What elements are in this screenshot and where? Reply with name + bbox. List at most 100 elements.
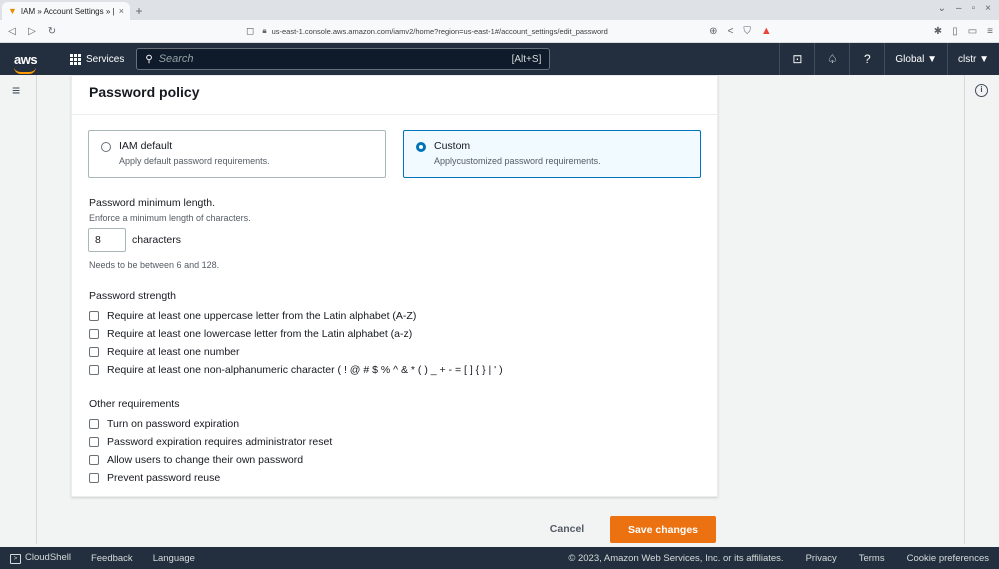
- wallet-icon[interactable]: ▭: [968, 26, 977, 37]
- checkbox-label: Prevent password reuse: [107, 472, 221, 484]
- cloudshell-footer-icon: >: [10, 554, 21, 564]
- back-icon[interactable]: ◁: [6, 26, 18, 37]
- custom-radio[interactable]: [416, 142, 426, 152]
- close-window-icon[interactable]: ×: [985, 3, 991, 14]
- nav-actions: ⊡ ♤ ? Global ▼ clstr ▼: [779, 43, 999, 75]
- strength-lowercase-checkbox[interactable]: Require at least one lowercase letter fr…: [89, 328, 412, 340]
- strength-uppercase-checkbox[interactable]: Require at least one uppercase letter fr…: [89, 310, 416, 322]
- checkbox[interactable]: [89, 311, 99, 321]
- checkbox-label: Require at least one non-alphanumeric ch…: [107, 364, 503, 376]
- region-selector[interactable]: Global ▼: [884, 43, 947, 75]
- console-footer: > CloudShell Feedback Language © 2023, Am…: [0, 547, 999, 569]
- brave-shield-icon[interactable]: ⛉: [743, 26, 751, 37]
- other-requirements-label: Other requirements: [89, 398, 180, 410]
- help-icon[interactable]: ?: [849, 43, 884, 75]
- allow-change-checkbox[interactable]: Allow users to change their own password: [89, 454, 303, 466]
- hamburger-menu-icon[interactable]: ≡: [12, 82, 20, 98]
- cookie-preferences-link[interactable]: Cookie preferences: [907, 553, 989, 564]
- custom-label: Custom: [434, 140, 471, 152]
- language-link[interactable]: Language: [153, 553, 195, 564]
- min-length-hint: Needs to be between 6 and 128.: [89, 260, 220, 270]
- terms-link[interactable]: Terms: [859, 553, 885, 564]
- footer-left: > CloudShell Feedback Language: [10, 552, 195, 564]
- password-strength-label: Password strength: [89, 290, 176, 302]
- address-bar: ◁ ▷ ↻ ◻ 🔒︎ us-east-1.console.aws.amazon.…: [0, 20, 999, 43]
- search-icon: ⚲: [145, 53, 153, 65]
- url-text: us-east-1.console.aws.amazon.com/iamv2/h…: [271, 26, 608, 36]
- checkbox[interactable]: [89, 437, 99, 447]
- share-icon[interactable]: <: [728, 26, 734, 37]
- checkbox[interactable]: [89, 365, 99, 375]
- maximize-icon[interactable]: ▫: [972, 3, 976, 14]
- feedback-link[interactable]: Feedback: [91, 553, 133, 564]
- min-length-unit: characters: [132, 234, 182, 246]
- iam-default-description: Apply default password requirements.: [119, 156, 270, 166]
- search-placeholder: Search: [158, 53, 194, 65]
- iam-default-option[interactable]: IAM default Apply default password requi…: [88, 130, 386, 178]
- custom-option[interactable]: Custom Applycustomized password requirem…: [403, 130, 701, 178]
- cancel-button[interactable]: Cancel: [534, 516, 600, 542]
- checkbox[interactable]: [89, 329, 99, 339]
- close-tab-icon[interactable]: ×: [119, 6, 124, 16]
- left-rail-divider: [36, 75, 37, 544]
- forward-icon[interactable]: ▷: [26, 26, 38, 37]
- reload-icon[interactable]: ↻: [46, 26, 58, 37]
- password-policy-panel: Password policy IAM default Apply defaul…: [71, 75, 718, 497]
- iam-default-radio[interactable]: [101, 142, 111, 152]
- min-length-input[interactable]: [88, 228, 126, 252]
- services-label: Services: [86, 53, 125, 65]
- right-rail-divider: [964, 75, 965, 544]
- checkbox-label: Require at least one number: [107, 346, 240, 358]
- menu-icon[interactable]: ≡: [987, 26, 993, 37]
- cloudshell-link[interactable]: > CloudShell: [10, 552, 71, 564]
- services-menu[interactable]: Services: [70, 53, 125, 65]
- zoom-icon[interactable]: ⊕: [709, 26, 717, 37]
- bookmark-icon[interactable]: ◻: [246, 26, 254, 37]
- brave-rewards-icon[interactable]: ▲: [761, 25, 772, 37]
- checkbox[interactable]: [89, 347, 99, 357]
- checkbox[interactable]: [89, 473, 99, 483]
- search-input[interactable]: ⚲ Search [Alt+S]: [136, 48, 551, 70]
- min-length-description: Enforce a minimum length of characters.: [89, 213, 251, 223]
- new-tab-button[interactable]: +: [130, 2, 148, 20]
- services-grid-icon: [70, 53, 81, 65]
- checkbox[interactable]: [89, 419, 99, 429]
- strength-number-checkbox[interactable]: Require at least one number: [89, 346, 240, 358]
- aws-favicon-icon: ▼: [8, 6, 17, 16]
- browser-extension-icons: ✱ ▯ ▭ ≡: [934, 26, 993, 37]
- minimize-icon[interactable]: –: [956, 3, 962, 14]
- checkbox-label: Require at least one uppercase letter fr…: [107, 310, 417, 322]
- info-panel-icon[interactable]: i: [975, 84, 988, 97]
- sidebar-icon[interactable]: ▯: [952, 26, 958, 37]
- notifications-bell-icon[interactable]: ♤: [814, 43, 849, 75]
- checkbox-label: Allow users to change their own password: [107, 454, 304, 466]
- privacy-link[interactable]: Privacy: [806, 553, 837, 564]
- browser-tab-title: IAM » Account Settings » |: [20, 6, 115, 16]
- browser-tab[interactable]: ▼ IAM » Account Settings » | ×: [2, 2, 130, 20]
- browser-tab-bar: ▼ IAM » Account Settings » | × + ⌄ – ▫ ×: [0, 0, 999, 20]
- account-menu[interactable]: clstr ▼: [946, 43, 999, 75]
- aws-logo[interactable]: aws: [0, 52, 44, 74]
- custom-description: Applycustomized password requirements.: [434, 156, 601, 166]
- footer-right: © 2023, Amazon Web Services, Inc. or its…: [568, 553, 989, 564]
- copyright-text: © 2023, Amazon Web Services, Inc. or its…: [568, 552, 784, 564]
- admin-reset-checkbox[interactable]: Password expiration requires administrat…: [89, 436, 332, 448]
- url-field[interactable]: 🔒︎ us-east-1.console.aws.amazon.com/iamv…: [262, 26, 608, 36]
- search-shortcut: [Alt+S]: [511, 53, 542, 65]
- panel-divider: [72, 114, 717, 115]
- strength-symbol-checkbox[interactable]: Require at least one non-alphanumeric ch…: [89, 364, 503, 376]
- extensions-icon[interactable]: ✱: [934, 26, 942, 37]
- checkbox-label: Require at least one lowercase letter fr…: [107, 328, 413, 340]
- prevent-reuse-checkbox[interactable]: Prevent password reuse: [89, 472, 220, 484]
- address-bar-actions: ⊕ < ⛉ ▲: [709, 25, 776, 37]
- aws-top-nav: aws Services ⚲ Search [Alt+S] ⊡ ♤ ? Glob…: [0, 43, 999, 75]
- window-controls: ⌄ – ▫ ×: [930, 3, 999, 18]
- cloudshell-icon[interactable]: ⊡: [779, 43, 814, 75]
- iam-default-label: IAM default: [119, 140, 173, 152]
- tab-list-chevron-icon[interactable]: ⌄: [938, 3, 946, 14]
- checkbox[interactable]: [89, 455, 99, 465]
- save-changes-button[interactable]: Save changes: [610, 516, 716, 543]
- cloudshell-label: CloudShell: [25, 552, 71, 563]
- min-length-label: Password minimum length.: [89, 197, 216, 209]
- expiration-checkbox[interactable]: Turn on password expiration: [89, 418, 239, 430]
